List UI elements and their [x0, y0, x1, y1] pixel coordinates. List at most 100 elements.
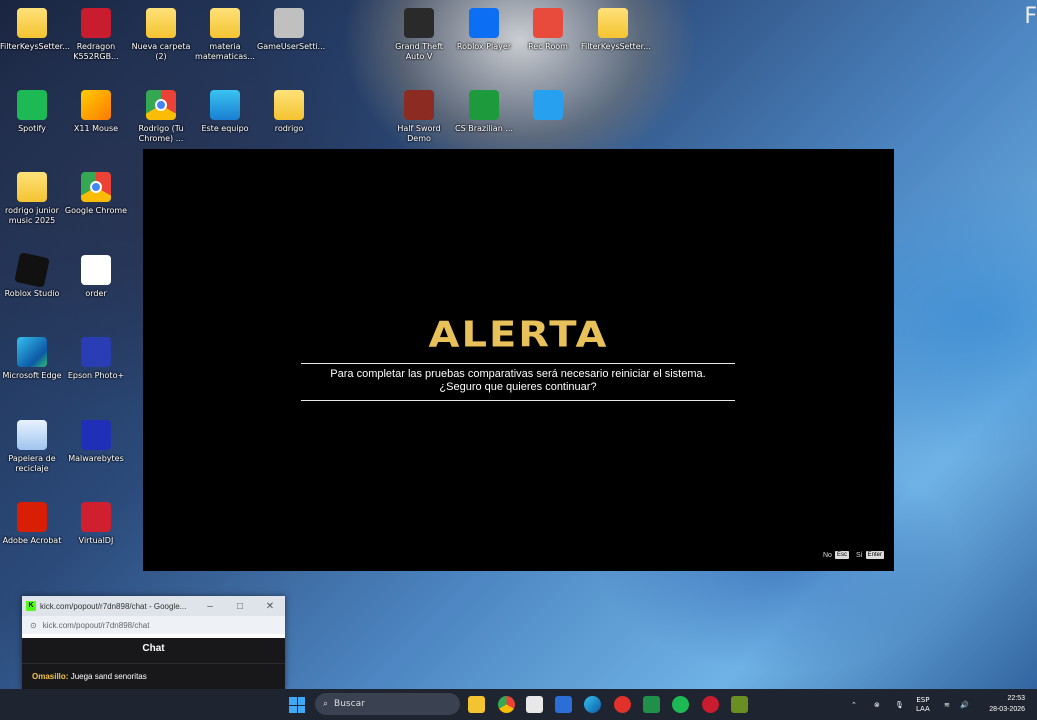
- malware-icon: [81, 420, 111, 450]
- folder-icon: [598, 8, 628, 38]
- redragon-taskbar-icon[interactable]: [702, 696, 719, 713]
- yes-label: Sí: [856, 551, 863, 559]
- chat-panel: Chat Omasillo: Juega sand senoritas: [22, 638, 285, 690]
- app-red-icon[interactable]: [614, 696, 631, 713]
- desktop-icon[interactable]: X11 Mouse: [64, 90, 128, 134]
- maximize-button[interactable]: □: [225, 601, 255, 612]
- desktop-icon[interactable]: CS Brazilian ...: [452, 90, 516, 134]
- taskbar: ⌕ Buscar ⌃ ⊗ 🎙 ESP LAA ≋ 🔊 22:53 28-03-2…: [0, 689, 1037, 720]
- microphone-icon[interactable]: 🎙: [895, 689, 904, 720]
- excel-icon[interactable]: [643, 696, 660, 713]
- fort-icon: [533, 90, 563, 120]
- desktop-icon[interactable]: materia matematicas...: [193, 8, 257, 62]
- spotify-taskbar-icon[interactable]: [672, 696, 689, 713]
- half-icon: [404, 90, 434, 120]
- desktop-icon[interactable]: Microsoft Edge: [0, 337, 64, 381]
- desktop-icon[interactable]: Spotify: [0, 90, 64, 134]
- desktop-icon[interactable]: Papelera de reciclaje: [0, 420, 64, 474]
- chat-popup-window[interactable]: K kick.com/popout/r7dn898/chat - Google.…: [22, 596, 285, 690]
- desktop-icon[interactable]: Roblox Player: [452, 8, 516, 52]
- desktop-icon-label: order: [85, 289, 107, 298]
- desktop-icon[interactable]: rodrigo: [257, 90, 321, 134]
- desktop-icon[interactable]: Adobe Acrobat: [0, 502, 64, 546]
- word-icon[interactable]: [555, 696, 572, 713]
- tray-overflow-icon[interactable]: ⌃: [851, 689, 857, 720]
- desktop-icon[interactable]: Nueva carpeta (2): [129, 8, 193, 62]
- desktop-icon-label: Papelera de reciclaje: [8, 454, 56, 473]
- desktop-icon[interactable]: Redragon K552RGB...: [64, 8, 128, 62]
- desktop-icon[interactable]: Rec Room: [516, 8, 580, 52]
- desktop-icon[interactable]: FilterKeysSetter...: [581, 8, 651, 52]
- no-label: No: [823, 551, 832, 559]
- desktop-icon[interactable]: GameUserSetti...: [257, 8, 326, 52]
- roblox-icon: [14, 252, 50, 288]
- desktop-icon[interactable]: FilterKeysSetter...: [0, 8, 70, 52]
- desktop-icon[interactable]: rodrigo junior music 2025: [0, 172, 64, 226]
- desktop-icon-label: GameUserSetti...: [257, 42, 326, 51]
- file-icon: [81, 255, 111, 285]
- roblox2-icon: [469, 8, 499, 38]
- desktop-icon[interactable]: Malwarebytes: [64, 420, 128, 464]
- desktop-icon[interactable]: VirtualDJ: [64, 502, 128, 546]
- app-tray-icon[interactable]: ⊗: [874, 689, 880, 720]
- spotify-icon: [17, 90, 47, 120]
- corner-letter: F: [1024, 4, 1037, 29]
- alert-message: Para completar las pruebas comparativas …: [301, 368, 735, 394]
- edge-taskbar-icon[interactable]: [584, 696, 601, 713]
- alert-message-line2: ¿Seguro que quieres continuar?: [439, 381, 597, 393]
- chrome-icon: [146, 90, 176, 120]
- desktop-icon-label: Rec Room: [528, 42, 568, 51]
- game-window: ALERTA Para completar las pruebas compar…: [143, 149, 894, 571]
- no-prompt[interactable]: No Esc: [823, 551, 849, 559]
- close-button[interactable]: ✕: [255, 601, 285, 612]
- chat-username[interactable]: Omasillo:: [32, 672, 68, 681]
- gta-taskbar-icon[interactable]: [731, 696, 748, 713]
- desktop-icon[interactable]: Roblox Studio: [0, 252, 64, 299]
- popup-titlebar[interactable]: K kick.com/popout/r7dn898/chat - Google.…: [22, 596, 285, 616]
- store-icon[interactable]: [526, 696, 543, 713]
- desktop-icon-label: Rodrigo (Tu Chrome) ...: [138, 124, 184, 143]
- clock[interactable]: 22:53 28-03-2026: [989, 693, 1025, 715]
- search-box[interactable]: ⌕ Buscar: [315, 693, 460, 715]
- desktop-icon[interactable]: Rodrigo (Tu Chrome) ...: [129, 90, 193, 144]
- popup-url-bar[interactable]: ⊙ kick.com/popout/r7dn898/chat: [22, 616, 285, 634]
- recroom-icon: [533, 8, 563, 38]
- wifi-icon[interactable]: ≋: [944, 689, 950, 720]
- desktop-icon-label: Roblox Studio: [4, 289, 60, 298]
- folder-icon: [146, 8, 176, 38]
- volume-icon[interactable]: 🔊: [960, 689, 969, 720]
- desktop-icon[interactable]: Google Chrome: [64, 172, 128, 216]
- yes-prompt[interactable]: Sí Enter: [856, 551, 884, 559]
- desktop-icon-label: rodrigo: [274, 124, 304, 133]
- desktop-icon[interactable]: Half Sword Demo: [387, 90, 451, 144]
- edge-icon: [17, 337, 47, 367]
- enter-key: Enter: [865, 551, 884, 559]
- desktop-icon-label: Nueva carpeta (2): [131, 42, 191, 61]
- file-explorer-icon[interactable]: [468, 696, 485, 713]
- recycle-icon: [17, 420, 47, 450]
- folder-icon: [210, 8, 240, 38]
- site-info-icon[interactable]: ⊙: [30, 621, 37, 630]
- alert-title: ALERTA: [428, 314, 609, 356]
- kick-favicon-icon: K: [26, 601, 36, 611]
- start-button[interactable]: [289, 697, 305, 713]
- desktop-icon-label: Microsoft Edge: [2, 371, 62, 380]
- desktop-icon[interactable]: Grand Theft Auto V: [387, 8, 451, 62]
- desktop-icon[interactable]: Epson Photo+: [64, 337, 128, 381]
- desktop-icon-label: Malwarebytes: [68, 454, 124, 463]
- gta-icon: [404, 8, 434, 38]
- chrome-icon: [81, 172, 111, 202]
- desktop-icon-label: Google Chrome: [64, 206, 128, 215]
- folder-icon: [17, 8, 47, 38]
- minimize-button[interactable]: –: [195, 601, 225, 612]
- desktop-icon[interactable]: [516, 90, 580, 124]
- language-code: ESP: [916, 695, 930, 704]
- desktop-icon-label: FilterKeysSetter...: [581, 42, 651, 51]
- chrome-taskbar-icon[interactable]: [498, 696, 515, 713]
- language-indicator[interactable]: ESP LAA: [916, 689, 930, 720]
- desktop-icon[interactable]: order: [64, 255, 128, 299]
- chat-message: Omasillo: Juega sand senoritas: [22, 664, 285, 681]
- desktop-icon-label: Grand Theft Auto V: [395, 42, 443, 61]
- monitor-icon: [210, 90, 240, 120]
- desktop-icon[interactable]: Este equipo: [193, 90, 257, 134]
